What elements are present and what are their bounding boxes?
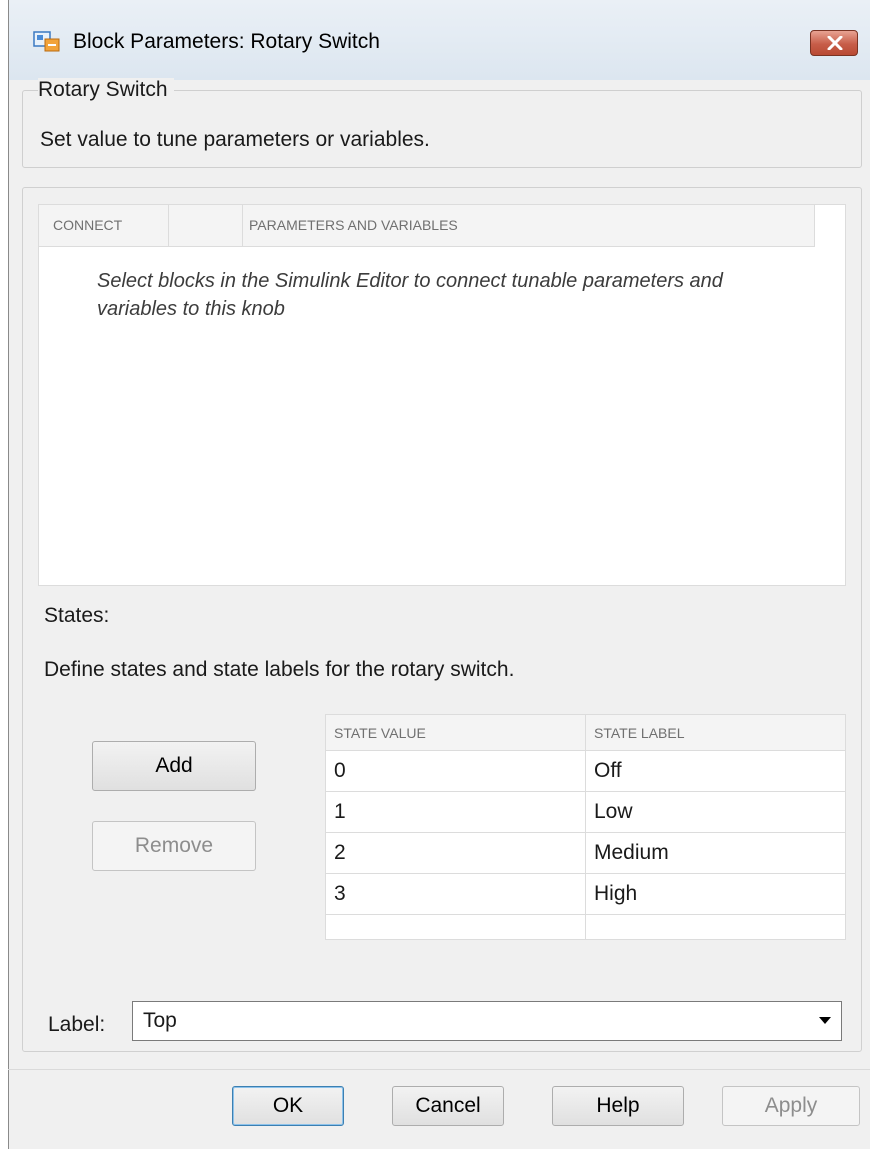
- state-value-cell[interactable]: 3: [334, 874, 346, 914]
- label-position-value: Top: [143, 1009, 177, 1032]
- simulink-block-icon: [33, 31, 60, 52]
- label-field-label: Label:: [48, 1013, 106, 1036]
- state-label-cell[interactable]: High: [594, 874, 637, 914]
- cancel-button[interactable]: Cancel: [392, 1086, 504, 1126]
- column-header-state-label[interactable]: STATE LABEL: [594, 715, 685, 751]
- close-icon: [827, 36, 843, 50]
- state-value-cell[interactable]: 2: [334, 833, 346, 873]
- column-header-blank[interactable]: [169, 205, 243, 246]
- state-value-cell[interactable]: 0: [334, 751, 346, 791]
- help-button[interactable]: Help: [552, 1086, 684, 1126]
- state-value-cell[interactable]: 1: [334, 792, 346, 832]
- close-button[interactable]: [810, 30, 858, 56]
- state-label-cell[interactable]: Low: [594, 792, 633, 832]
- states-description: Define states and state labels for the r…: [44, 658, 515, 681]
- remove-state-button[interactable]: Remove: [92, 821, 256, 871]
- state-label-cell[interactable]: Medium: [594, 833, 669, 873]
- column-header-state-value[interactable]: STATE VALUE: [334, 715, 426, 751]
- column-header-parameters[interactable]: PARAMETERS AND VARIABLES: [243, 205, 815, 246]
- title-bar[interactable]: Block Parameters: Rotary Switch: [9, 0, 870, 80]
- window-title: Block Parameters: Rotary Switch: [73, 30, 380, 53]
- connect-table-header: CONNECT PARAMETERS AND VARIABLES: [39, 205, 815, 247]
- apply-button[interactable]: Apply: [722, 1086, 860, 1126]
- add-state-button[interactable]: Add: [92, 741, 256, 791]
- connect-table[interactable]: CONNECT PARAMETERS AND VARIABLES Select …: [38, 204, 846, 586]
- column-header-connect[interactable]: CONNECT: [39, 205, 169, 246]
- group-title: Rotary Switch: [38, 78, 174, 102]
- label-position-select[interactable]: Top: [132, 1001, 842, 1041]
- column-divider: [585, 715, 586, 939]
- states-table[interactable]: STATE VALUE STATE LABEL 0 Off 1 Low 2 Me…: [325, 714, 846, 940]
- block-description: Set value to tune parameters or variable…: [40, 128, 430, 151]
- states-label: States:: [44, 604, 110, 627]
- ok-button[interactable]: OK: [232, 1086, 344, 1126]
- footer-separator: [8, 1069, 870, 1070]
- chevron-down-icon: [819, 1017, 831, 1024]
- connect-empty-message: Select blocks in the Simulink Editor to …: [97, 270, 723, 320]
- state-label-cell[interactable]: Off: [594, 751, 622, 791]
